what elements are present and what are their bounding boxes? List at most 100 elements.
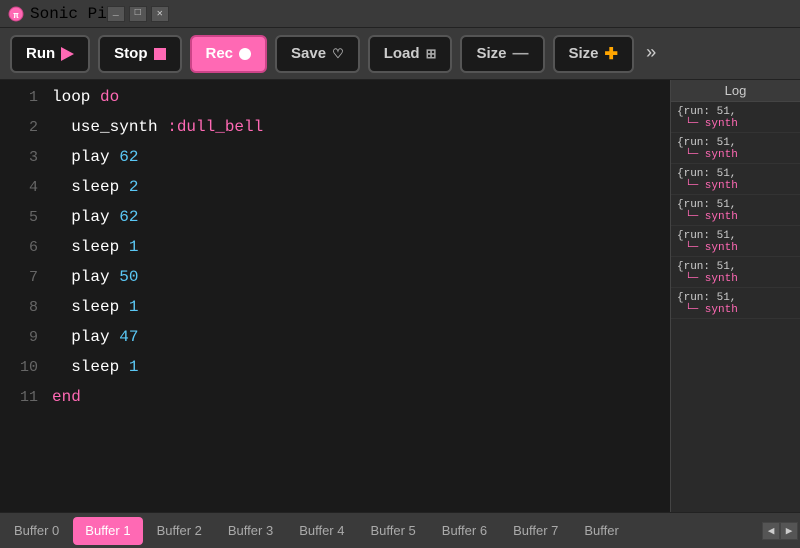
line-number: 4 xyxy=(8,179,38,196)
stop-button[interactable]: Stop xyxy=(98,35,181,73)
size-plus-button[interactable]: Size ✚ xyxy=(553,35,634,73)
buffer-tab[interactable]: Buffer 3 xyxy=(216,517,285,545)
log-entry: {run: 51,└─ synth xyxy=(671,288,800,319)
load-label: Load xyxy=(384,45,420,62)
line-content: sleep 1 xyxy=(52,238,138,256)
minimize-button[interactable]: _ xyxy=(107,6,125,22)
maximize-button[interactable]: □ xyxy=(129,6,147,22)
heart-icon: ♡ xyxy=(332,46,344,62)
save-button[interactable]: Save ♡ xyxy=(275,35,360,73)
code-line: 4 sleep 2 xyxy=(0,178,670,208)
more-button[interactable]: » xyxy=(642,44,661,64)
line-content: sleep 1 xyxy=(52,298,138,316)
code-line: 8 sleep 1 xyxy=(0,298,670,328)
line-number: 10 xyxy=(8,359,38,376)
line-number: 1 xyxy=(8,89,38,106)
log-run-text: {run: 51, xyxy=(677,261,794,273)
log-entry: {run: 51,└─ synth xyxy=(671,133,800,164)
main-area: 1loop do2 use_synth :dull_bell3 play 624… xyxy=(0,80,800,512)
code-token: 62 xyxy=(119,148,138,166)
code-line: 2 use_synth :dull_bell xyxy=(0,118,670,148)
line-number: 9 xyxy=(8,329,38,346)
log-entry: {run: 51,└─ synth xyxy=(671,257,800,288)
code-editor[interactable]: 1loop do2 use_synth :dull_bell3 play 624… xyxy=(0,80,670,512)
code-token: 1 xyxy=(129,358,139,376)
log-entry: {run: 51,└─ synth xyxy=(671,226,800,257)
rec-button[interactable]: Rec xyxy=(190,35,268,73)
log-run-text: {run: 51, xyxy=(677,199,794,211)
code-line: 9 play 47 xyxy=(0,328,670,358)
log-run-text: {run: 51, xyxy=(677,230,794,242)
log-synth-text: └─ synth xyxy=(677,273,794,285)
log-synth-text: └─ synth xyxy=(677,149,794,161)
record-icon xyxy=(239,48,251,60)
code-token: loop xyxy=(52,88,100,106)
line-content: play 47 xyxy=(52,328,138,346)
log-synth-text: └─ synth xyxy=(677,304,794,316)
line-number: 8 xyxy=(8,299,38,316)
log-header: Log xyxy=(671,80,800,102)
run-label: Run xyxy=(26,45,55,62)
line-content: play 62 xyxy=(52,148,138,166)
log-entry: {run: 51,└─ synth xyxy=(671,164,800,195)
buffer-tab[interactable]: Buffer 6 xyxy=(430,517,499,545)
code-token: play xyxy=(52,148,119,166)
code-line: 3 play 62 xyxy=(0,148,670,178)
buffer-tab[interactable]: Buffer 1 xyxy=(73,517,142,545)
code-line: 7 play 50 xyxy=(0,268,670,298)
close-button[interactable]: ✕ xyxy=(151,6,169,22)
code-token: 50 xyxy=(119,268,138,286)
size-plus-label: Size xyxy=(569,45,599,62)
titlebar: π Sonic Pi _ □ ✕ xyxy=(0,0,800,28)
run-button[interactable]: Run xyxy=(10,35,90,73)
code-token: use_synth xyxy=(52,118,167,136)
log-synth-text: └─ synth xyxy=(677,211,794,223)
line-content: sleep 2 xyxy=(52,178,138,196)
line-number: 5 xyxy=(8,209,38,226)
code-token: play xyxy=(52,208,119,226)
line-number: 7 xyxy=(8,269,38,286)
buffer-tabs: Buffer 0Buffer 1Buffer 2Buffer 3Buffer 4… xyxy=(0,512,800,548)
log-synth-text: └─ synth xyxy=(677,242,794,254)
toolbar: Run Stop Rec Save ♡ Load ⊞ Size — Size ✚… xyxy=(0,28,800,80)
code-token: sleep xyxy=(52,178,129,196)
line-content: play 50 xyxy=(52,268,138,286)
size-minus-button[interactable]: Size — xyxy=(460,35,544,73)
line-content: use_synth :dull_bell xyxy=(52,118,263,136)
code-token: sleep xyxy=(52,298,129,316)
code-line: 5 play 62 xyxy=(0,208,670,238)
code-token: 1 xyxy=(129,238,139,256)
size-minus-label: Size xyxy=(476,45,506,62)
buffer-tab[interactable]: Buffer xyxy=(572,517,630,545)
code-token: 1 xyxy=(129,298,139,316)
plus-icon: ✚ xyxy=(605,44,618,64)
line-number: 2 xyxy=(8,119,38,136)
log-run-text: {run: 51, xyxy=(677,168,794,180)
log-run-text: {run: 51, xyxy=(677,137,794,149)
buffer-tab[interactable]: Buffer 0 xyxy=(2,517,71,545)
tab-list: Buffer 0Buffer 1Buffer 2Buffer 3Buffer 4… xyxy=(2,517,762,545)
code-token: sleep xyxy=(52,358,129,376)
code-token: play xyxy=(52,268,119,286)
tab-next-button[interactable]: ▶ xyxy=(780,522,798,540)
buffer-tab[interactable]: Buffer 7 xyxy=(501,517,570,545)
svg-text:π: π xyxy=(13,11,19,21)
load-button[interactable]: Load ⊞ xyxy=(368,35,453,73)
log-entry: {run: 51,└─ synth xyxy=(671,195,800,226)
line-content: play 62 xyxy=(52,208,138,226)
code-token: 62 xyxy=(119,208,138,226)
buffer-tab[interactable]: Buffer 4 xyxy=(287,517,356,545)
tab-prev-button[interactable]: ◀ xyxy=(762,522,780,540)
play-icon xyxy=(61,47,74,61)
titlebar-title: Sonic Pi xyxy=(30,5,107,23)
log-synth-text: └─ synth xyxy=(677,180,794,192)
log-entries: {run: 51,└─ synth{run: 51,└─ synth{run: … xyxy=(671,102,800,319)
stop-label: Stop xyxy=(114,45,147,62)
buffer-tab[interactable]: Buffer 2 xyxy=(145,517,214,545)
code-token: end xyxy=(52,388,81,406)
buffer-tab[interactable]: Buffer 5 xyxy=(358,517,427,545)
log-panel: Log {run: 51,└─ synth{run: 51,└─ synth{r… xyxy=(670,80,800,512)
line-number: 3 xyxy=(8,149,38,166)
log-run-text: {run: 51, xyxy=(677,292,794,304)
code-token: :dull_bell xyxy=(167,118,263,136)
